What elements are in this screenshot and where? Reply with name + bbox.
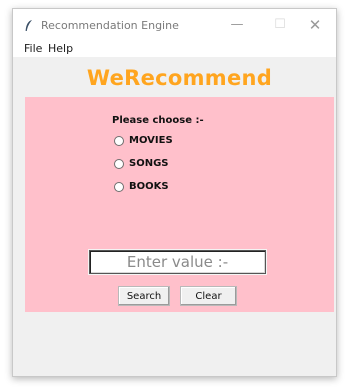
radio-button-icon[interactable] (114, 182, 124, 192)
window-title: Recommendation Engine (41, 19, 179, 32)
value-entry-field[interactable] (89, 250, 266, 274)
menu-bar: File Help (13, 41, 336, 57)
search-button[interactable]: Search (118, 286, 170, 306)
minimize-icon[interactable]: — (225, 16, 249, 34)
radio-label[interactable]: SONGS (129, 158, 168, 169)
close-icon[interactable]: ✕ (303, 16, 327, 34)
menu-file[interactable]: File (24, 41, 42, 57)
radio-label[interactable]: BOOKS (129, 181, 169, 192)
radio-label[interactable]: MOVIES (129, 135, 173, 146)
maximize-icon[interactable]: ☐ (268, 16, 292, 34)
main-content: WeRecommend Please choose :- MOVIES SONG… (25, 57, 334, 368)
app-window: Recommendation Engine — ☐ ✕ File Help We… (12, 8, 337, 377)
choice-panel: Please choose :- MOVIES SONGS BOOKS Sear… (25, 97, 334, 312)
app-title: WeRecommend (86, 66, 273, 90)
radio-button-icon[interactable] (114, 136, 124, 146)
title-bar[interactable]: Recommendation Engine — ☐ ✕ (13, 9, 336, 41)
clear-button[interactable]: Clear (180, 286, 237, 306)
choose-prompt: Please choose :- (112, 115, 204, 126)
feather-icon (25, 20, 32, 31)
radio-button-icon[interactable] (114, 159, 124, 169)
menu-help[interactable]: Help (48, 41, 73, 57)
